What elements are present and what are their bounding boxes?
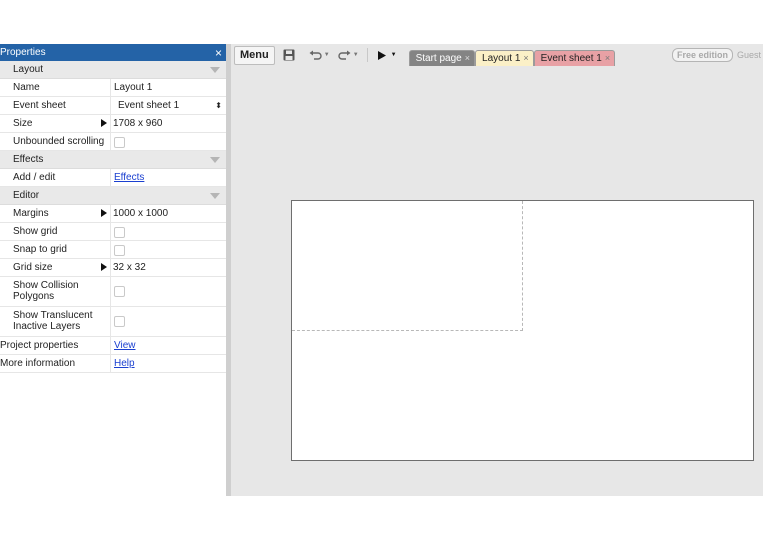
show-collision-polygons-checkbox[interactable] <box>114 286 125 297</box>
section-editor[interactable]: Editor <box>0 187 226 205</box>
event-sheet-select[interactable]: Event sheet 1 ⬍ <box>114 100 222 111</box>
play-icon[interactable] <box>377 50 386 60</box>
save-icon[interactable] <box>283 49 295 61</box>
property-row-unbounded-scrolling: Unbounded scrolling <box>0 133 226 151</box>
free-edition-button[interactable]: Free edition <box>671 48 733 62</box>
property-row-size: Size 1708 x 960 <box>0 115 226 133</box>
property-value-margins[interactable]: 1000 x 1000 <box>113 208 168 219</box>
property-row-snap-to-grid: Snap to grid <box>0 241 226 259</box>
property-key: Snap to grid <box>0 241 111 258</box>
property-row-show-collision-polygons: Show Collision Polygons <box>0 277 226 307</box>
property-key: Size <box>0 115 111 132</box>
collapse-triangle-icon[interactable] <box>210 192 220 199</box>
close-icon[interactable]: × <box>215 46 222 60</box>
close-icon[interactable]: × <box>523 53 528 63</box>
property-row-grid-size: Grid size 32 x 32 <box>0 259 226 277</box>
property-key: Event sheet <box>0 97 111 114</box>
property-key: Name <box>0 79 111 96</box>
viewport-outline <box>292 201 523 331</box>
property-row-more-information: More information Help <box>0 355 226 373</box>
panel-splitter[interactable] <box>226 44 231 496</box>
toolbar-separator <box>366 48 368 62</box>
section-effects[interactable]: Effects <box>0 151 226 169</box>
property-key: Margins <box>0 205 111 222</box>
property-row-event-sheet: Event sheet Event sheet 1 ⬍ <box>0 97 226 115</box>
expand-arrow-icon[interactable] <box>101 263 107 271</box>
show-grid-checkbox[interactable] <box>114 227 125 238</box>
property-key: Unbounded scrolling <box>0 133 111 150</box>
properties-title: Properties <box>0 47 46 58</box>
effects-link[interactable]: Effects <box>114 172 144 183</box>
show-translucent-layers-checkbox[interactable] <box>114 316 125 327</box>
unbounded-scrolling-checkbox[interactable] <box>114 137 125 148</box>
property-value-size[interactable]: 1708 x 960 <box>113 118 163 129</box>
close-icon[interactable]: × <box>605 53 610 63</box>
tab-label: Start page <box>415 52 462 64</box>
property-row-show-grid: Show grid <box>0 223 226 241</box>
property-row-add-edit: Add / edit Effects <box>0 169 226 187</box>
redo-dropdown-icon[interactable]: ▼ <box>353 52 359 58</box>
menu-button[interactable]: Menu <box>234 45 275 65</box>
redo-icon[interactable] <box>338 50 351 60</box>
expand-arrow-icon[interactable] <box>101 119 107 127</box>
tab-layout-1[interactable]: Layout 1 × <box>475 49 534 66</box>
properties-panel: Properties × Layout Name Layout 1 Event … <box>0 44 226 496</box>
layout-canvas[interactable] <box>291 200 754 461</box>
snap-to-grid-checkbox[interactable] <box>114 245 125 256</box>
close-icon[interactable]: × <box>465 53 470 63</box>
section-layout-label: Layout <box>13 64 44 75</box>
property-value-name[interactable]: Layout 1 <box>111 79 226 96</box>
property-key: Show Collision Polygons <box>0 277 111 306</box>
section-editor-label: Editor <box>13 190 40 201</box>
dropdown-arrows-icon: ⬍ <box>215 101 222 110</box>
property-key: Add / edit <box>0 169 111 186</box>
collapse-triangle-icon[interactable] <box>210 66 220 73</box>
properties-header: Properties × <box>0 44 226 61</box>
view-link[interactable]: View <box>114 340 136 351</box>
tab-event-sheet-1[interactable]: Event sheet 1 × <box>533 49 616 66</box>
property-row-margins: Margins 1000 x 1000 <box>0 205 226 223</box>
property-key: Show Translucent Inactive Layers <box>0 307 111 336</box>
section-effects-label: Effects <box>13 154 44 165</box>
property-key: Project properties <box>0 337 111 354</box>
construct-editor: Properties × Layout Name Layout 1 Event … <box>0 44 763 496</box>
property-row-show-translucent-inactive-layers: Show Translucent Inactive Layers <box>0 307 226 337</box>
play-dropdown-icon[interactable]: ▼ <box>391 52 397 58</box>
help-link[interactable]: Help <box>114 358 135 369</box>
property-key: More information <box>0 355 111 372</box>
main-toolbar: Menu ▼ ▼ ▼ Start page × Layout 1 × Event… <box>231 44 763 66</box>
undo-dropdown-icon[interactable]: ▼ <box>324 52 330 58</box>
tab-label: Layout 1 <box>482 52 521 64</box>
tab-start-page[interactable]: Start page × <box>408 49 476 66</box>
expand-arrow-icon[interactable] <box>101 209 107 217</box>
property-row-project-properties: Project properties View <box>0 337 226 355</box>
property-row-name: Name Layout 1 <box>0 79 226 97</box>
property-key: Show grid <box>0 223 111 240</box>
tab-label: Event sheet 1 <box>540 52 602 64</box>
event-sheet-select-value: Event sheet 1 <box>118 100 180 111</box>
guest-label[interactable]: Guest <box>737 50 761 60</box>
section-layout[interactable]: Layout <box>0 61 226 79</box>
property-key: Grid size <box>0 259 111 276</box>
undo-icon[interactable] <box>309 50 322 60</box>
property-value-grid-size[interactable]: 32 x 32 <box>113 262 146 273</box>
collapse-triangle-icon[interactable] <box>210 156 220 163</box>
